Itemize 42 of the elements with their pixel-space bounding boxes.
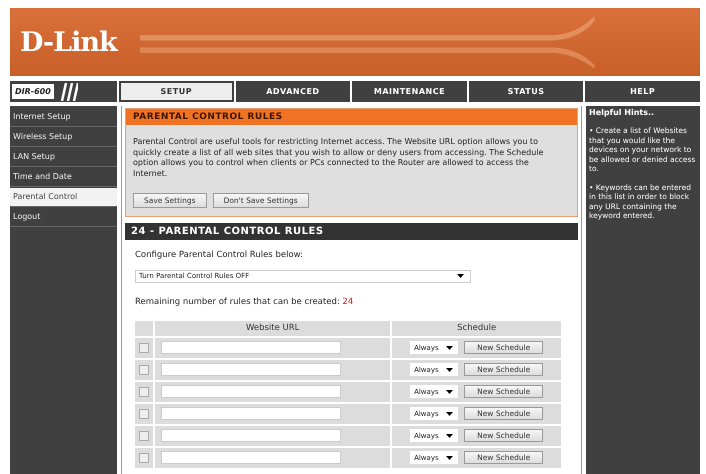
- section-title: PARENTAL CONTROL RULES: [126, 109, 577, 125]
- table-header-cell: [135, 320, 153, 336]
- section-title: 24 - PARENTAL CONTROL RULES: [125, 223, 578, 240]
- rule-checkbox[interactable]: [139, 430, 149, 440]
- url-input-field[interactable]: [161, 451, 341, 464]
- caret-icon: [446, 456, 454, 460]
- rule-checkbox[interactable]: [139, 342, 149, 352]
- nav-tab[interactable]: ADVANCED: [236, 81, 350, 102]
- rule-checkbox[interactable]: [139, 386, 149, 396]
- column-header: Website URL: [155, 320, 390, 336]
- hints-title: Helpful Hints..: [589, 108, 656, 117]
- sidebar-item[interactable]: Time and Date: [10, 168, 117, 187]
- sidebar-item[interactable]: Internet Setup: [10, 108, 117, 127]
- model-name: DIR-600: [12, 84, 54, 99]
- nav-tab[interactable]: SETUP: [119, 81, 234, 102]
- nav-tab[interactable]: MAINTENANCE: [352, 81, 467, 102]
- intro-text: Parental Control are useful tools for restricting Internet access. The Website URL option allows you to quickly create a list of all web sites that you wish to allow or deny users from accessing. The Schedule option allows you to control when clients or PCs connected to the Router are allowed to access the Internet.: [133, 137, 544, 179]
- url-input-field[interactable]: [161, 363, 341, 376]
- sidebar-item[interactable]: Parental Control: [10, 188, 117, 207]
- caret-icon: [446, 346, 454, 350]
- column-header: Schedule: [392, 320, 561, 336]
- caret-icon: [457, 274, 464, 278]
- caret-icon: [446, 390, 454, 394]
- configure-label: Configure Parental Control Rules below:: [135, 250, 304, 260]
- sidebar-item[interactable]: Wireless Setup: [10, 128, 117, 147]
- sidebar-item[interactable]: Logout: [10, 208, 117, 227]
- url-input-field[interactable]: [161, 429, 341, 442]
- remaining-label: Remaining number of rules that can be created:: [135, 296, 340, 306]
- nav-tab[interactable]: STATUS: [468, 81, 584, 102]
- url-input-field[interactable]: [161, 341, 341, 354]
- rule-checkbox[interactable]: [139, 364, 149, 374]
- url-input-field[interactable]: [161, 407, 341, 420]
- remaining-count: 24: [342, 296, 354, 306]
- rule-checkbox[interactable]: [139, 452, 149, 462]
- rule-checkbox[interactable]: [139, 408, 149, 418]
- nav-tab[interactable]: HELP: [585, 81, 700, 102]
- logo: D-Link: [20, 26, 117, 58]
- caret-icon: [446, 368, 454, 372]
- sidebar-item[interactable]: LAN Setup: [10, 148, 117, 167]
- caret-icon: [446, 434, 454, 438]
- caret-icon: [446, 412, 454, 416]
- url-input-field[interactable]: [161, 385, 341, 398]
